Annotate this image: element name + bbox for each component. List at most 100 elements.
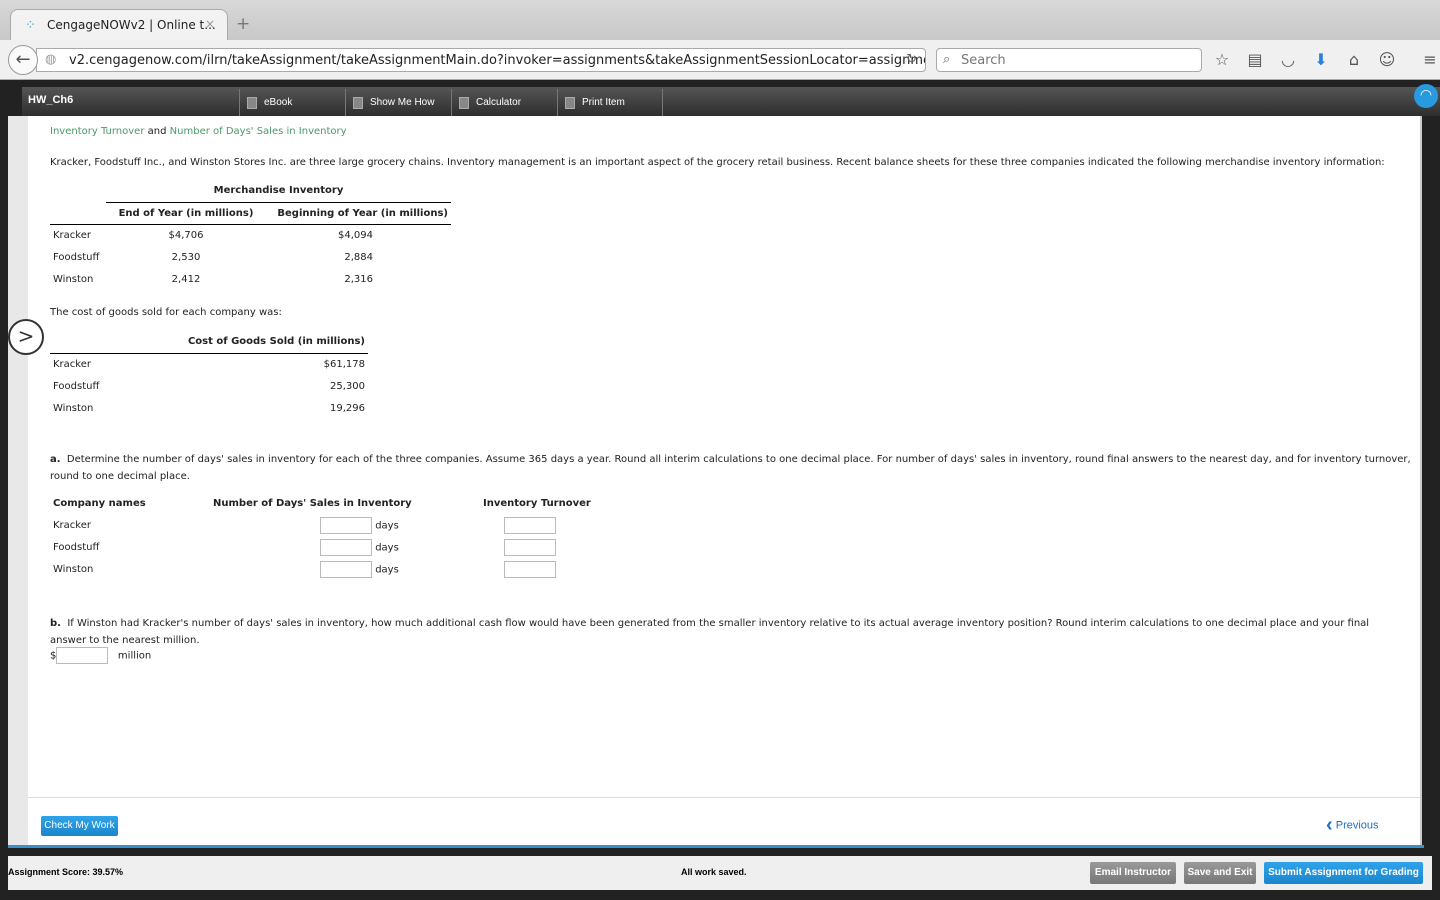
previous-label: Previous	[1335, 819, 1379, 832]
answer-table: Company names Number of Days' Sales in In…	[50, 492, 594, 580]
status-bar: Assignment Score: 39.57% All work saved.…	[8, 856, 1432, 890]
app-toolbar: HW_Ch6 eBook Show Me How Calculator Prin…	[22, 87, 1440, 116]
value: 2,530	[171, 251, 201, 263]
value: $4,094	[338, 229, 373, 241]
browser-tab-bar: ⁘ CengageNOWv2 | Online t... × +	[0, 0, 1440, 40]
table-row: Kracker $61,178	[50, 353, 368, 375]
company: Foodstuff	[53, 541, 100, 553]
chat-icon[interactable]: ☺	[1377, 50, 1397, 69]
show-me-how-button[interactable]: Show Me How	[345, 89, 451, 116]
table-row: Foodstuff 25,300	[50, 375, 368, 397]
col-begin-year: Beginning of Year (in millions)	[266, 202, 451, 225]
days-unit: days	[375, 542, 399, 553]
document-icon	[353, 97, 363, 109]
table-row: Kracker $4,706 $4,094	[50, 224, 451, 246]
calculator-icon	[459, 97, 469, 109]
part-b-instructions: If Winston had Kracker's number of days'…	[50, 618, 1370, 646]
col-company: Company names	[53, 497, 146, 509]
back-button[interactable]: ←	[8, 45, 38, 75]
close-tab-icon[interactable]: ×	[205, 17, 215, 31]
cogs-table: Cost of Goods Sold (in millions) Kracker…	[50, 331, 368, 419]
calculator-button[interactable]: Calculator	[451, 89, 557, 116]
url-text: v2.cengagenow.com/ilrn/takeAssignment/ta…	[69, 53, 926, 68]
left-border	[8, 116, 28, 846]
days-unit: days	[375, 564, 399, 575]
value: $61,178	[323, 358, 365, 370]
divider	[8, 845, 1424, 848]
ebook-button[interactable]: eBook	[239, 89, 345, 116]
save-status: All work saved.	[681, 867, 747, 877]
reload-icon[interactable]: ↻	[906, 52, 917, 67]
part-a-text: a. Determine the number of days' sales i…	[50, 451, 1412, 485]
heading-link-turnover[interactable]: Inventory Turnover	[50, 126, 144, 137]
days-unit: days	[375, 520, 399, 531]
download-icon[interactable]: ⬇	[1311, 50, 1331, 69]
pocket-icon[interactable]: ◡	[1278, 50, 1298, 69]
reading-list-icon[interactable]: ▤	[1245, 50, 1265, 69]
url-bar[interactable]: ◍ v2.cengagenow.com/ilrn/takeAssignment/t…	[36, 48, 926, 72]
assignment-score: Assignment Score: 39.57%	[8, 867, 124, 877]
turnover-input-foodstuff[interactable]	[504, 538, 556, 556]
company: Winston	[53, 402, 94, 414]
submit-assignment-button[interactable]: Submit Assignment for Grading	[1264, 862, 1423, 884]
print-icon	[565, 97, 575, 109]
tab-title: CengageNOWv2 | Online t...	[47, 18, 216, 32]
menu-icon[interactable]: ≡	[1420, 50, 1440, 69]
days-input-kracker[interactable]	[320, 516, 372, 534]
company: Winston	[53, 273, 94, 285]
value: 2,316	[344, 273, 373, 285]
question-panel: Inventory Turnover and Number of Days' S…	[28, 116, 1420, 797]
turnover-input-kracker[interactable]	[504, 516, 556, 534]
cash-flow-input[interactable]	[56, 647, 109, 664]
value: 2,412	[171, 273, 201, 285]
question-footer: Check My Work ‹ Previous	[28, 797, 1420, 845]
print-item-button[interactable]: Print Item	[557, 89, 663, 116]
value: 2,884	[344, 251, 373, 263]
help-headset-icon[interactable]: ◠	[1414, 84, 1438, 108]
show-me-how-label: Show Me How	[370, 97, 435, 108]
save-and-exit-button[interactable]: Save and Exit	[1184, 862, 1256, 884]
bookmark-star-icon[interactable]: ☆	[1212, 50, 1232, 69]
search-placeholder: Search	[961, 53, 1006, 68]
col-turnover: Inventory Turnover	[483, 497, 591, 509]
heading-and: and	[147, 126, 167, 137]
chevron-left-icon: ‹	[1326, 814, 1333, 836]
email-instructor-button[interactable]: Email Instructor	[1090, 862, 1176, 884]
print-label: Print Item	[582, 97, 625, 108]
days-input-winston[interactable]	[320, 560, 372, 578]
previous-button[interactable]: ‹ Previous	[1326, 814, 1379, 837]
loading-icon: ⁘	[25, 18, 36, 33]
assignment-title: HW_Ch6	[28, 94, 74, 106]
browser-tab[interactable]: ⁘ CengageNOWv2 | Online t... ×	[10, 9, 228, 40]
inventory-caption: Merchandise Inventory	[106, 180, 451, 203]
part-b-answer: $ million	[50, 647, 151, 664]
expand-sidebar-button[interactable]: >	[8, 319, 44, 355]
globe-icon: ◍	[45, 52, 57, 67]
value: $4,706	[168, 229, 204, 241]
company: Kracker	[53, 358, 91, 370]
table-row: Foodstuff 2,530 2,884	[50, 246, 451, 268]
company: Kracker	[53, 229, 91, 241]
part-a-label: a.	[50, 454, 61, 465]
book-icon	[247, 97, 257, 109]
browser-nav-bar: ◍ v2.cengagenow.com/ilrn/takeAssignment/t…	[0, 40, 1440, 80]
check-my-work-button[interactable]: Check My Work	[41, 816, 118, 836]
company: Winston	[53, 563, 94, 575]
intro-text: Kracker, Foodstuff Inc., and Winston Sto…	[50, 157, 1385, 168]
right-border	[1420, 116, 1422, 846]
part-b-text: b. If Winston had Kracker's number of da…	[50, 615, 1400, 649]
part-a-instructions: Determine the number of days' sales in i…	[50, 454, 1411, 482]
search-input[interactable]: ⌕ Search	[936, 48, 1202, 72]
company: Foodstuff	[53, 251, 100, 263]
company: Kracker	[53, 519, 91, 531]
search-icon: ⌕	[943, 52, 951, 67]
home-icon[interactable]: ⌂	[1344, 50, 1364, 69]
days-input-foodstuff[interactable]	[320, 538, 372, 556]
million-unit: million	[117, 650, 152, 662]
heading-link-days-sales[interactable]: Number of Days' Sales in Inventory	[170, 126, 347, 137]
turnover-input-winston[interactable]	[504, 560, 556, 578]
question-heading: Inventory Turnover and Number of Days' S…	[50, 126, 347, 137]
new-tab-button[interactable]: +	[236, 14, 250, 34]
company: Foodstuff	[53, 380, 100, 392]
table-row: Winston 2,412 2,316	[50, 268, 451, 290]
